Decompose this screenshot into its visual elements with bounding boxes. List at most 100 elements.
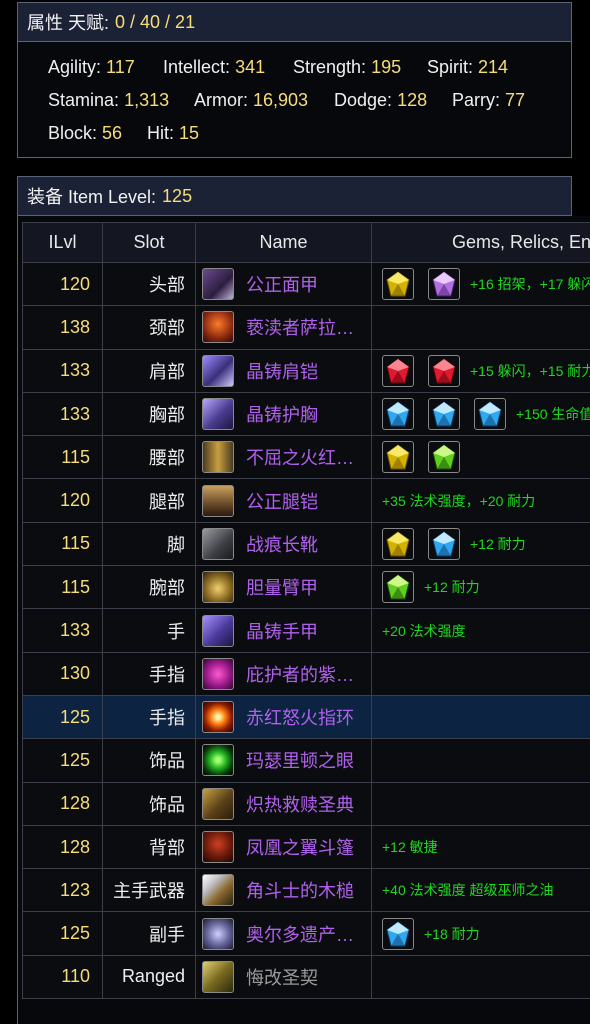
gear-row-9[interactable]: 130 手指 庇护者的紫…: [22, 651, 590, 696]
cloak-icon[interactable]: [202, 831, 234, 863]
item-level-cell: 133: [22, 391, 103, 437]
red-gem-icon[interactable]: [382, 354, 414, 387]
item-name-cell[interactable]: 公正腿铠: [195, 478, 372, 523]
gear-row-13[interactable]: 128 背部 凤凰之翼斗篷 +12 敏捷: [22, 824, 590, 870]
item-name-cell[interactable]: 角斗士的木槌: [195, 868, 372, 913]
gear-row-11[interactable]: 125 饰品 玛瑟里顿之眼: [22, 738, 590, 783]
necklace-icon[interactable]: [202, 311, 234, 344]
libram-icon[interactable]: [202, 960, 234, 993]
shield-icon[interactable]: [202, 917, 234, 950]
legs-icon[interactable]: [202, 484, 234, 517]
gear-row-10[interactable]: 125 手指 赤红怒火指环: [22, 694, 590, 740]
gear-row-1[interactable]: 138 颈部 亵渎者萨拉…: [22, 305, 590, 350]
item-name-link[interactable]: 角斗士的木槌: [246, 877, 354, 903]
eye-orb-icon[interactable]: [202, 744, 234, 777]
boots-icon[interactable]: [202, 527, 234, 560]
item-name-cell[interactable]: 晶铸肩铠: [195, 348, 372, 393]
slot-cell: 脚: [102, 521, 196, 567]
item-name-cell[interactable]: 赤红怒火指环: [195, 694, 372, 740]
gear-row-12[interactable]: 128 饰品 炽热救赎圣典: [22, 781, 590, 826]
helm-icon[interactable]: [202, 268, 234, 301]
chest-icon[interactable]: [202, 398, 234, 431]
item-name-link[interactable]: 晶铸护胸: [246, 401, 318, 427]
item-name-link[interactable]: 玛瑟里顿之眼: [246, 747, 354, 773]
item-name-cell[interactable]: 胆量臂甲: [195, 565, 372, 610]
item-name-cell[interactable]: 奥尔多遗产…: [195, 911, 372, 956]
belt-icon[interactable]: [202, 441, 234, 474]
column-header-ilvl[interactable]: ILvl: [22, 222, 103, 263]
item-name-cell[interactable]: 凤凰之翼斗篷: [195, 824, 372, 870]
gear-row-16[interactable]: 110 Ranged 悔改圣契: [22, 954, 590, 1000]
item-name-cell[interactable]: 晶铸手甲: [195, 608, 372, 653]
green-gem-icon[interactable]: [382, 571, 414, 604]
yellow-gem-icon[interactable]: [382, 441, 414, 474]
stat-label: Intellect:: [163, 57, 231, 77]
blue-gem-icon[interactable]: [382, 398, 414, 431]
blue-gem-icon[interactable]: [428, 398, 460, 431]
item-name-cell[interactable]: 悔改圣契: [195, 954, 372, 1000]
item-name-link[interactable]: 晶铸手甲: [246, 618, 318, 644]
item-name-cell[interactable]: 战痕长靴: [195, 521, 372, 567]
gear-row-5[interactable]: 120 腿部 公正腿铠 +35 法术强度，+20 耐力: [22, 478, 590, 523]
gear-row-4[interactable]: 115 腰部 不屈之火红…: [22, 435, 590, 480]
purple-gem-icon[interactable]: [428, 268, 460, 301]
gear-row-6[interactable]: 115 脚 战痕长靴 +12 耐力: [22, 521, 590, 567]
blue-gem-icon[interactable]: [428, 527, 460, 560]
stat-value: 341: [235, 57, 266, 77]
red-gem-icon[interactable]: [428, 354, 460, 387]
fire-ring-icon[interactable]: [202, 701, 234, 734]
item-name-cell[interactable]: 公正面甲: [195, 261, 372, 307]
gems-enchants-cell: [371, 435, 590, 480]
mace-icon[interactable]: [202, 874, 234, 907]
blue-gem-icon[interactable]: [382, 917, 414, 950]
item-name-link[interactable]: 公正腿铠: [246, 488, 318, 514]
yellow-gem-icon[interactable]: [382, 268, 414, 301]
stat-item: Intellect: 341: [163, 57, 265, 78]
book-icon[interactable]: [202, 787, 234, 820]
ring-icon[interactable]: [202, 657, 234, 690]
shoulder-icon[interactable]: [202, 354, 234, 387]
column-header-name[interactable]: Name: [195, 222, 372, 263]
gear-row-15[interactable]: 125 副手 奥尔多遗产… +18 耐力: [22, 911, 590, 956]
gear-row-2[interactable]: 133 肩部 晶铸肩铠 +15 躲闪，+15 耐力: [22, 348, 590, 393]
item-name-link[interactable]: 亵渎者萨拉…: [246, 314, 354, 340]
gear-row-14[interactable]: 123 主手武器 角斗士的木槌 +40 法术强度 超级巫师之油: [22, 868, 590, 913]
item-name-link[interactable]: 悔改圣契: [246, 964, 318, 990]
blue-gem-icon[interactable]: [474, 398, 506, 431]
item-name-link[interactable]: 晶铸肩铠: [246, 358, 318, 384]
item-name-link[interactable]: 赤红怒火指环: [246, 704, 354, 730]
item-name-cell[interactable]: 晶铸护胸: [195, 391, 372, 437]
gear-row-8[interactable]: 133 手 晶铸手甲 +20 法术强度: [22, 608, 590, 653]
item-name-link[interactable]: 战痕长靴: [246, 531, 318, 557]
item-name-link[interactable]: 凤凰之翼斗篷: [246, 834, 354, 860]
bracer-icon[interactable]: [202, 571, 234, 604]
yellow-gem-icon[interactable]: [382, 527, 414, 560]
item-name-link[interactable]: 炽热救赎圣典: [246, 791, 354, 817]
item-name-link[interactable]: 奥尔多遗产…: [246, 921, 354, 947]
item-name-cell[interactable]: 不屈之火红…: [195, 435, 372, 480]
item-name-link[interactable]: 胆量臂甲: [246, 574, 318, 600]
item-level-cell: 128: [22, 824, 103, 870]
gear-row-7[interactable]: 115 腕部 胆量臂甲 +12 耐力: [22, 565, 590, 610]
enchant-bonus-text: +150 生命值: [516, 406, 590, 423]
gear-row-0[interactable]: 120 头部 公正面甲 +16 招架，+17 躲闪: [22, 261, 590, 307]
column-header-gems[interactable]: Gems, Relics, Enchants: [371, 222, 590, 263]
green-gem-icon[interactable]: [428, 441, 460, 474]
item-name-cell[interactable]: 玛瑟里顿之眼: [195, 738, 372, 783]
gear-table: ILvl Slot Name Gems, Relics, Enchants 12…: [22, 222, 590, 1000]
stat-item: Hit: 15: [147, 123, 199, 144]
item-name-link[interactable]: 不屈之火红…: [246, 444, 354, 470]
gloves-icon[interactable]: [202, 614, 234, 647]
item-name-cell[interactable]: 庇护者的紫…: [195, 651, 372, 696]
item-name-link[interactable]: 公正面甲: [246, 271, 318, 297]
stat-value: 1,313: [124, 90, 170, 110]
gear-row-3[interactable]: 133 胸部 晶铸护胸 +150 生命值: [22, 391, 590, 437]
slot-cell: 手指: [102, 651, 196, 696]
item-name-cell[interactable]: 亵渎者萨拉…: [195, 305, 372, 350]
gear-table-container[interactable]: ILvl Slot Name Gems, Relics, Enchants 12…: [17, 216, 590, 1024]
stat-item: Dodge: 128: [334, 90, 427, 111]
item-name-cell[interactable]: 炽热救赎圣典: [195, 781, 372, 826]
item-level-cell: 133: [22, 608, 103, 653]
item-name-link[interactable]: 庇护者的紫…: [246, 661, 354, 687]
column-header-slot[interactable]: Slot: [102, 222, 196, 263]
